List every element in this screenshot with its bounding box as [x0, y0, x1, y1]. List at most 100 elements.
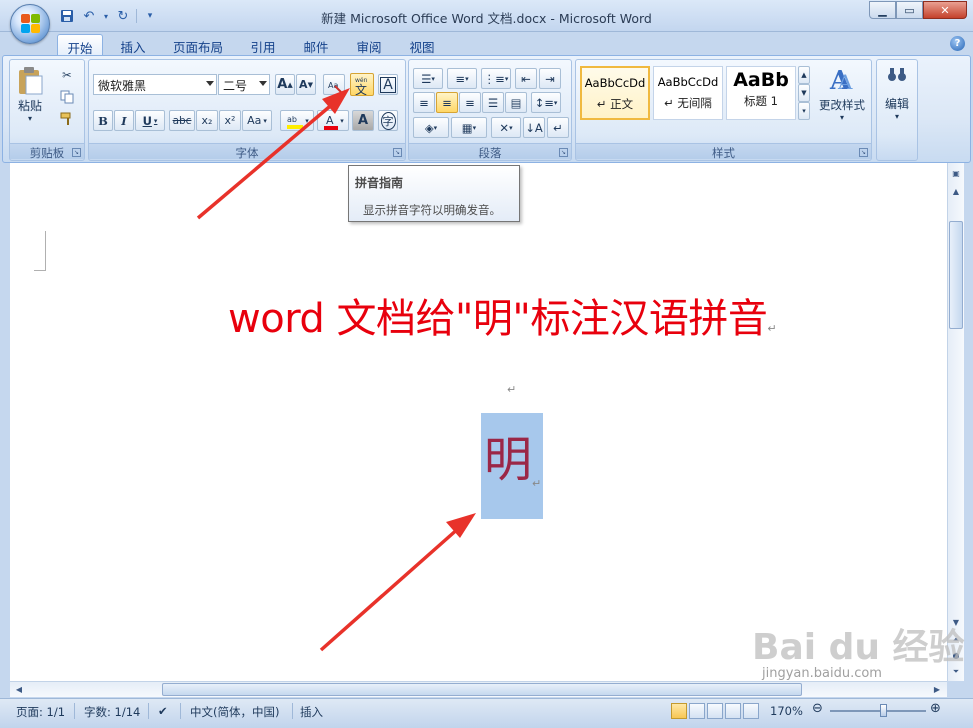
- shading-button[interactable]: ◈ ▾: [413, 117, 449, 138]
- align-center-button[interactable]: ≡: [436, 92, 458, 113]
- zoom-slider-thumb[interactable]: [880, 704, 887, 717]
- office-logo-icon: [21, 14, 41, 34]
- line-spacing-button[interactable]: ↕≡ ▾: [531, 92, 561, 113]
- underline-button[interactable]: U ▾: [135, 110, 165, 131]
- italic-button[interactable]: I: [114, 110, 134, 131]
- font-group-label: 字体: [89, 143, 405, 160]
- distribute-icon: ▤: [510, 95, 522, 110]
- zoom-in-icon[interactable]: ⊕: [930, 701, 941, 716]
- styles-more-icon[interactable]: ▾: [798, 102, 810, 120]
- language-indicator[interactable]: 中文(简体，中国): [190, 704, 279, 720]
- show-marks-button[interactable]: ↵: [547, 117, 569, 138]
- outline-view-icon[interactable]: [725, 703, 741, 719]
- vertical-scrollbar[interactable]: ▣ ▲ ▼ ⏶ ● ⏷: [947, 163, 964, 681]
- clear-format-button[interactable]: Aa: [323, 74, 345, 95]
- line-spacing-icon: ↕≡: [534, 95, 554, 110]
- insert-mode[interactable]: 插入: [300, 704, 323, 720]
- draft-view-icon[interactable]: [743, 703, 759, 719]
- tab-page-layout[interactable]: 页面布局: [163, 34, 233, 56]
- svg-text:文: 文: [355, 82, 367, 95]
- document-heading[interactable]: word 文档给"明"标注汉语拼音↵: [228, 286, 777, 344]
- grow-font-button[interactable]: A ▲: [275, 74, 295, 95]
- web-layout-icon[interactable]: [707, 703, 723, 719]
- justify-button[interactable]: ☰: [482, 92, 504, 113]
- strikethrough-button[interactable]: abc: [169, 110, 195, 131]
- vertical-scroll-thumb[interactable]: [949, 221, 963, 329]
- highlight-button[interactable]: ab ▾: [280, 110, 314, 131]
- change-styles-button[interactable]: AA 更改样式 ▾: [814, 64, 870, 122]
- zoom-slider[interactable]: [830, 710, 926, 712]
- ruler-toggle-icon[interactable]: ▣: [949, 167, 963, 181]
- tab-insert[interactable]: 插入: [110, 34, 156, 56]
- increase-indent-button[interactable]: ⇥: [539, 68, 561, 89]
- close-icon[interactable]: ✕: [923, 1, 967, 19]
- justify-icon: ☰: [487, 95, 499, 110]
- paste-label: 粘贴: [17, 99, 42, 113]
- scroll-up-icon[interactable]: ▲: [949, 185, 963, 199]
- document-page[interactable]: word 文档给"明"标注汉语拼音↵ ↵ 明 ↵: [10, 163, 947, 681]
- tab-view[interactable]: 视图: [399, 34, 445, 56]
- styles-scroll-up-icon[interactable]: ▲: [798, 66, 810, 84]
- style-no-spacing[interactable]: AaBbCcDd ↵ 无间隔: [653, 66, 723, 120]
- office-button[interactable]: [10, 4, 50, 44]
- maximize-icon[interactable]: ▭: [896, 1, 923, 19]
- styles-scroll-down-icon[interactable]: ▼: [798, 84, 810, 102]
- tab-mailings[interactable]: 邮件: [293, 34, 339, 56]
- clipboard-group: 粘贴 ▾ ✂ 剪贴板 ↘: [9, 59, 85, 161]
- tab-review[interactable]: 审阅: [346, 34, 392, 56]
- chinese-layout-button[interactable]: ✕ ▾: [491, 117, 521, 138]
- copy-icon[interactable]: [58, 88, 76, 106]
- style-normal[interactable]: AaBbCcDd ↵ 正文: [580, 66, 650, 120]
- tab-home[interactable]: 开始: [57, 34, 103, 56]
- scroll-left-icon[interactable]: ◀: [12, 683, 26, 697]
- sort-button[interactable]: ↓A: [523, 117, 545, 138]
- word-count[interactable]: 字数: 1/14: [84, 704, 140, 720]
- multilevel-list-button[interactable]: ⋮≡ ▾: [481, 68, 511, 89]
- dropdown-icon: ▾: [894, 112, 899, 121]
- horizontal-scroll-thumb[interactable]: [162, 683, 802, 696]
- borders-button[interactable]: ▦ ▾: [451, 117, 487, 138]
- minimize-icon[interactable]: ▁: [869, 1, 896, 19]
- horizontal-scrollbar[interactable]: ◀ ▶: [10, 681, 947, 697]
- font-name-combo[interactable]: 微软雅黑: [93, 74, 217, 95]
- font-size-combo[interactable]: 二号: [218, 74, 270, 95]
- scroll-right-icon[interactable]: ▶: [930, 683, 944, 697]
- page-margin-marker: [34, 231, 46, 271]
- selected-character[interactable]: 明: [484, 436, 532, 484]
- superscript-button[interactable]: x²: [219, 110, 241, 131]
- cut-icon[interactable]: ✂: [58, 66, 76, 84]
- spell-check-icon[interactable]: ✔︎: [158, 704, 168, 718]
- zoom-out-icon[interactable]: ⊖: [812, 701, 823, 716]
- page-count[interactable]: 页面: 1/1: [16, 704, 65, 720]
- change-case-button[interactable]: Aa ▾: [242, 110, 272, 131]
- enclose-char-button[interactable]: 字: [378, 110, 398, 131]
- tab-references[interactable]: 引用: [240, 34, 286, 56]
- font-color-button[interactable]: A ▾: [317, 110, 349, 131]
- align-left-button[interactable]: ≡: [413, 92, 435, 113]
- numbering-button[interactable]: ≡ ▾: [447, 68, 477, 89]
- zoom-level[interactable]: 170%: [770, 704, 803, 718]
- tooltip-description: 显示拼音字符以明确发音。: [363, 203, 501, 217]
- char-shading-button[interactable]: A: [352, 110, 374, 131]
- paste-button[interactable]: 粘贴 ▾: [14, 66, 46, 123]
- shrink-font-button[interactable]: A ▼: [296, 74, 316, 95]
- bold-button[interactable]: B: [93, 110, 113, 131]
- style-heading-1[interactable]: AaBb 标题 1: [726, 66, 796, 120]
- paragraph-launcher-icon[interactable]: ↘: [559, 148, 568, 157]
- clipboard-launcher-icon[interactable]: ↘: [72, 148, 81, 157]
- align-right-button[interactable]: ≡: [459, 92, 481, 113]
- full-screen-reading-icon[interactable]: [689, 703, 705, 719]
- editing-button[interactable]: 编辑 ▾: [879, 66, 915, 121]
- format-painter-icon[interactable]: [58, 110, 76, 128]
- styles-launcher-icon[interactable]: ↘: [859, 148, 868, 157]
- distribute-button[interactable]: ▤: [505, 92, 527, 113]
- decrease-indent-button[interactable]: ⇤: [515, 68, 537, 89]
- dropdown-icon: [259, 81, 267, 86]
- print-layout-view-icon[interactable]: [671, 703, 687, 719]
- bullets-button[interactable]: ☰ ▾: [413, 68, 443, 89]
- subscript-button[interactable]: x₂: [196, 110, 218, 131]
- char-border-button[interactable]: A: [378, 74, 398, 95]
- phonetic-guide-button[interactable]: wén 文: [350, 73, 374, 96]
- font-launcher-icon[interactable]: ↘: [393, 148, 402, 157]
- help-icon[interactable]: ?: [950, 36, 965, 51]
